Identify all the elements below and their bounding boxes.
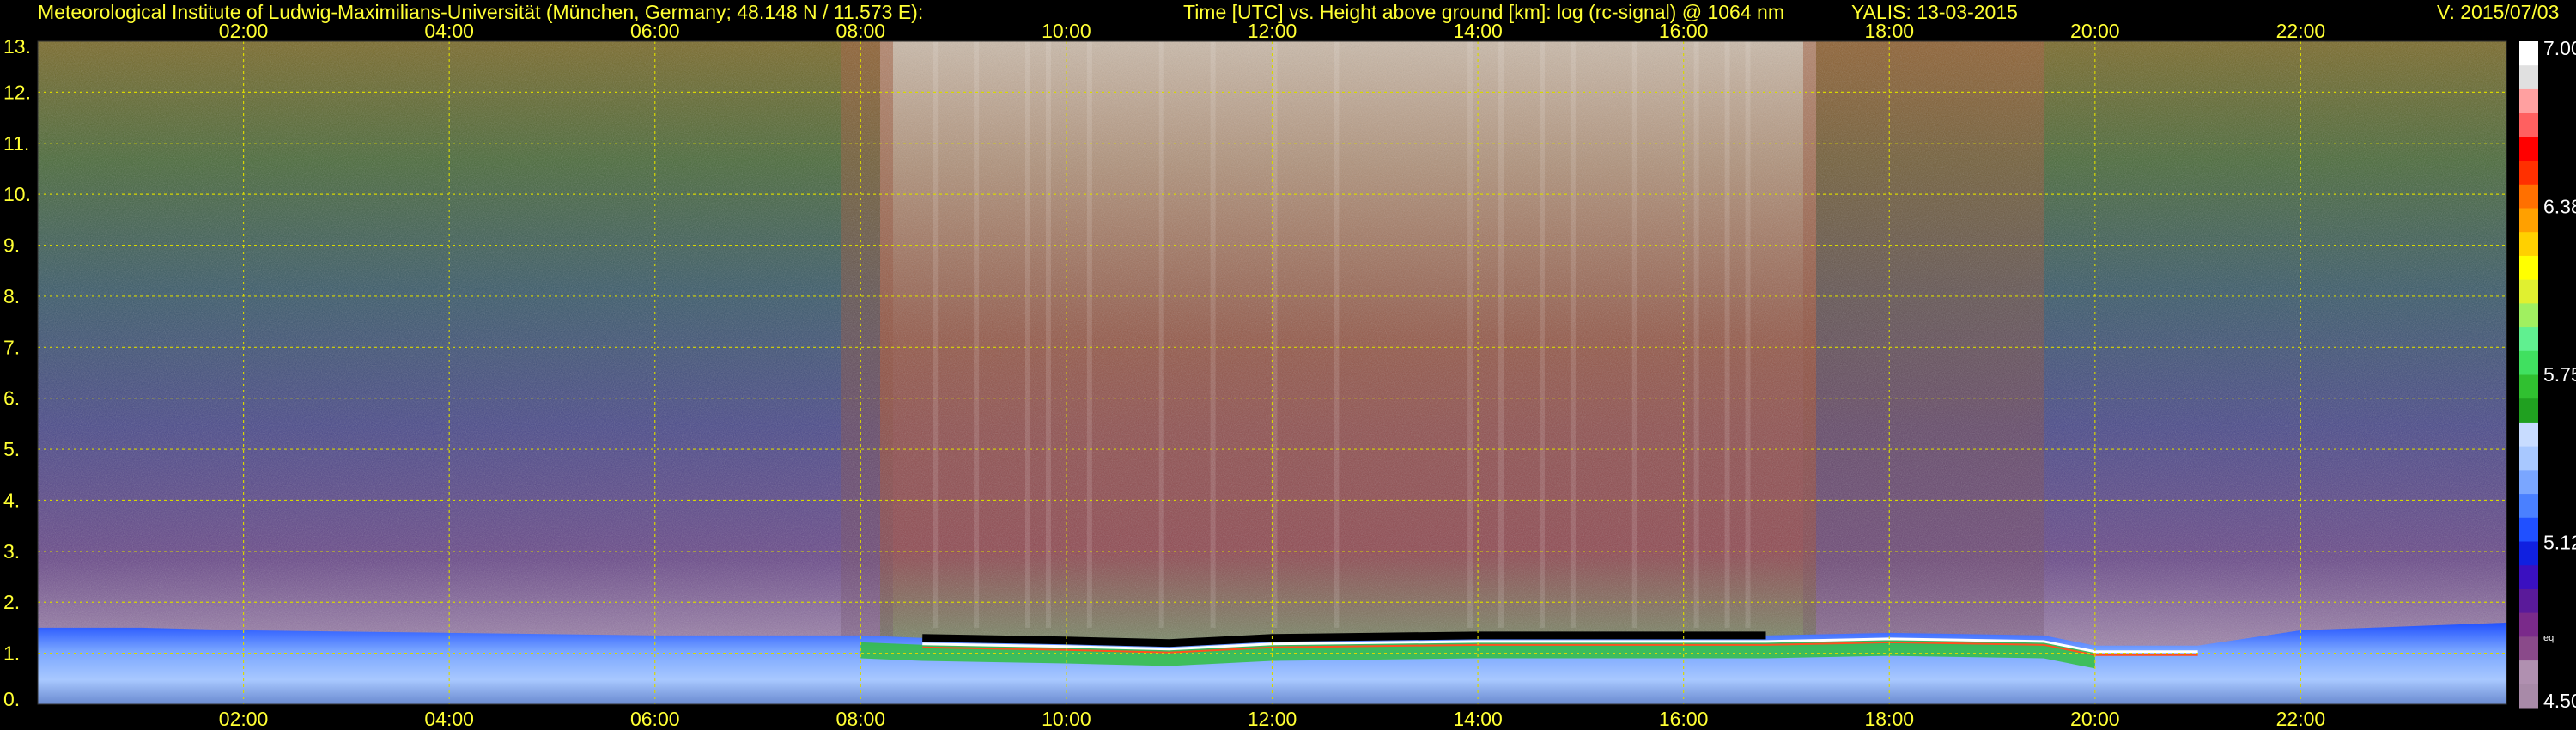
x-tick-label-top: 08:00 [836,20,886,42]
x-axis-top: 02:00 04:00 06:00 08:00 10:00 12:00 14:00 16:00… [219,20,2325,42]
signal-streak [1158,41,1164,628]
signal-streak [1334,41,1340,628]
colorbar-segment [2519,208,2538,233]
lidar-heatmap-chart: 02:00 04:00 06:00 08:00 10:00 12:00 14:00 16:00… [3,20,2576,730]
y-tick-label: 13. [3,35,31,58]
signal-streak [1745,41,1751,628]
colorbar-segment [2519,517,2538,542]
signal-streak [1724,41,1730,628]
colorbar-segment [2519,231,2538,256]
signal-streak [1272,41,1278,628]
signal-streak [1086,41,1092,628]
colorbar-segment [2519,660,2538,684]
colorbar-segment [2519,541,2538,566]
colorbar-segment [2519,684,2538,709]
y-tick-label: 3. [3,540,20,563]
x-tick-label-top: 02:00 [219,20,269,42]
colorbar-segment [2519,588,2538,613]
x-tick-label-bottom: 06:00 [630,708,680,730]
x-tick-label-top: 12:00 [1248,20,1297,42]
colorbar-segment [2519,255,2538,280]
colorbar-segment [2519,469,2538,495]
signal-streak [933,41,939,628]
signal-streak [1539,41,1545,628]
colorbar-segment [2519,446,2538,471]
signal-streak [1025,41,1030,628]
x-tick-label-top: 04:00 [424,20,474,42]
x-tick-label-bottom: 10:00 [1042,708,1091,730]
x-tick-label-bottom: 12:00 [1248,708,1297,730]
x-tick-label-top: 20:00 [2070,20,2120,42]
y-tick-label: 9. [3,234,20,257]
y-tick-label: 1. [3,642,20,665]
x-tick-label-bottom: 02:00 [219,708,269,730]
x-tick-label-bottom: 08:00 [836,708,886,730]
colorbar-tick-label: 4.50 [2543,690,2576,712]
heatmap-field [38,41,2506,704]
x-tick-label-bottom: 22:00 [2276,708,2326,730]
signal-streak [1631,41,1637,628]
x-tick-label-bottom: 20:00 [2070,708,2120,730]
signal-streak [1467,41,1473,628]
colorbar-small-label: eq [2543,633,2554,643]
colorbar-tick-label: 5.75 [2543,363,2576,386]
y-tick-label: 6. [3,387,20,410]
y-tick-label: 2. [3,591,20,613]
signal-streak [1570,41,1576,628]
colorbar-segment [2519,160,2538,185]
x-tick-label-top: 14:00 [1453,20,1503,42]
x-axis-bottom: 02:00 04:00 06:00 08:00 10:00 12:00 14:00 16:00… [219,708,2325,730]
y-tick-label: 11. [3,132,29,155]
colorbar-segment [2519,326,2538,351]
signal-streak [1210,41,1216,628]
colorbar-segment [2519,612,2538,637]
colorbar-segment [2519,302,2538,328]
x-tick-label-top: 22:00 [2276,20,2326,42]
colorbar [2519,41,2538,709]
signal-streak [1045,41,1051,628]
colorbar-segment [2519,374,2538,399]
x-tick-label-bottom: 16:00 [1659,708,1709,730]
colorbar-segment [2519,64,2538,89]
colorbar-tick-label: 6.38 [2543,195,2576,217]
x-tick-label-top: 06:00 [630,20,680,42]
y-tick-label: 5. [3,438,20,460]
colorbar-ticks: 7.00 6.38 5.75 5.12 4.50 eq [2543,37,2576,712]
colorbar-segment [2519,564,2538,589]
y-axis: 0. 1. 2. 3. 4. 5. 6. 7. 8. 9. 10. 11. 12. 13. [3,35,31,710]
signal-streak [974,41,980,628]
signal-streak [1693,41,1699,628]
colorbar-segment [2519,279,2538,304]
colorbar-tick-label: 5.12 [2543,532,2576,554]
colorbar-tick-label: 7.00 [2543,37,2576,59]
colorbar-segment [2519,136,2538,161]
colorbar-segment [2519,88,2538,113]
y-tick-label: 7. [3,336,20,358]
x-tick-label-bottom: 14:00 [1453,708,1503,730]
colorbar-segment [2519,398,2538,423]
x-tick-label-bottom: 18:00 [1864,708,1914,730]
x-tick-label-top: 10:00 [1042,20,1091,42]
y-tick-label: 0. [3,688,20,710]
y-tick-label: 10. [3,183,31,205]
x-tick-label-bottom: 04:00 [424,708,474,730]
colorbar-segment [2519,636,2538,661]
colorbar-segment [2519,422,2538,447]
colorbar-segment [2519,41,2538,66]
x-tick-label-top: 16:00 [1659,20,1709,42]
y-tick-label: 12. [3,81,31,103]
colorbar-segment [2519,184,2538,209]
colorbar-segment [2519,493,2538,518]
colorbar-segment [2519,350,2538,375]
x-tick-label-top: 18:00 [1864,20,1914,42]
signal-streak [1498,41,1504,628]
y-tick-label: 8. [3,285,20,307]
colorbar-segment [2519,113,2538,137]
y-tick-label: 4. [3,489,20,511]
